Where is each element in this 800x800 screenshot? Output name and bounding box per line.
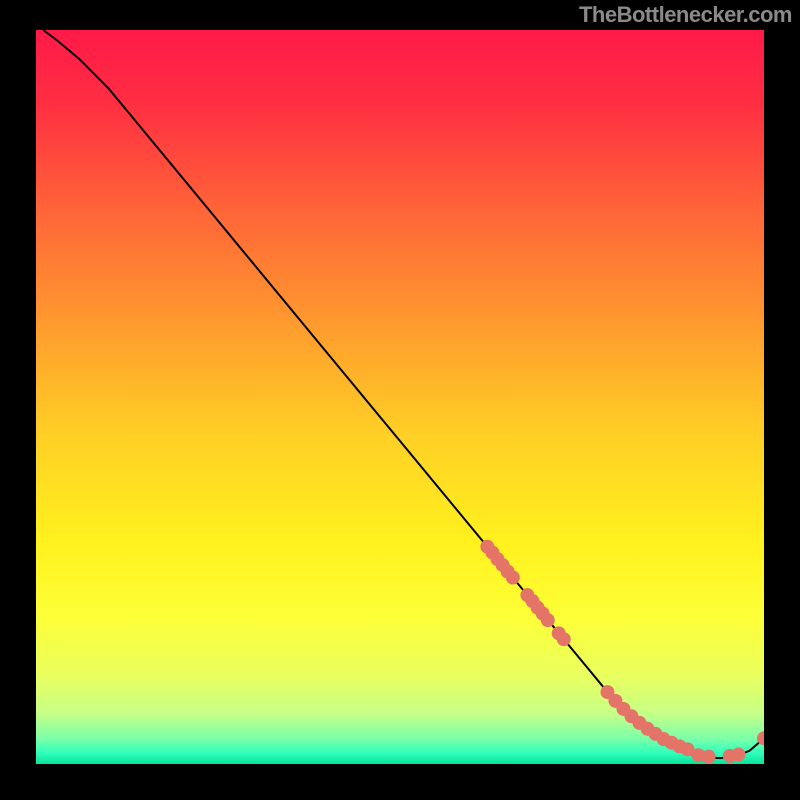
marker-point (541, 613, 555, 627)
gradient-background (36, 30, 764, 764)
marker-point (732, 747, 746, 761)
attribution-label: TheBottlenecker.com (579, 2, 792, 28)
marker-point (702, 750, 716, 764)
marker-point (506, 571, 520, 585)
bottleneck-chart (36, 30, 764, 764)
marker-point (557, 632, 571, 646)
